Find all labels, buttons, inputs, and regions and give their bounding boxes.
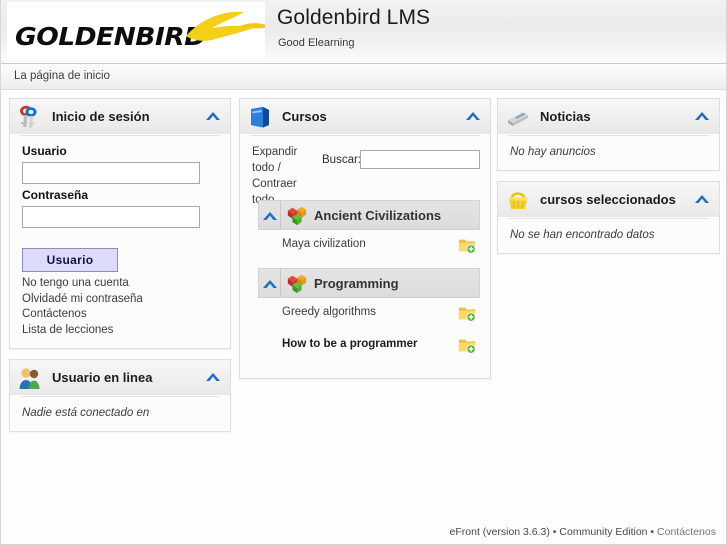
left-column: Inicio de sesión Usuario Contraseña Usua…: [9, 98, 231, 442]
site-footer: eFront (version 3.6.3) • Community Editi…: [1, 526, 726, 538]
login-panel: Inicio de sesión Usuario Contraseña Usua…: [9, 98, 231, 349]
news-panel-title: Noticias: [540, 109, 591, 124]
divider: [20, 135, 220, 136]
course-group-header[interactable]: Programming: [258, 268, 480, 298]
selected-courses-empty: No se han encontrado datos: [510, 229, 655, 241]
link-no-account[interactable]: No tengo una cuenta: [22, 276, 220, 292]
users-group-icon: [19, 368, 40, 389]
link-forgot-password[interactable]: Olvidadé mi contraseña: [22, 292, 220, 308]
newspaper-icon: [508, 112, 528, 126]
online-users-panel-header: Usuario en linea: [10, 360, 230, 396]
online-users-empty: Nadie está conectado en: [22, 407, 150, 419]
courses-panel-title: Cursos: [282, 109, 327, 124]
news-panel: Noticias No hay anuncios: [497, 98, 720, 171]
courses-toolbar: Expandir todo / Contraer todo Buscar:: [250, 144, 480, 206]
password-input[interactable]: [22, 206, 200, 228]
login-links: No tengo una cuenta Olvidadé mi contrase…: [22, 276, 220, 338]
course-group: Ancient Civilizations Maya civilization: [250, 200, 480, 262]
colored-cubes-icon: [287, 206, 307, 226]
login-panel-body: Usuario Contraseña Usuario No tengo una …: [10, 135, 230, 348]
divider: [508, 218, 709, 219]
lesson-name[interactable]: How to be a programmer: [282, 338, 417, 350]
username-label: Usuario: [22, 144, 67, 158]
username-input[interactable]: [22, 162, 200, 184]
breadcrumb: La página de inicio: [1, 64, 726, 90]
footer-contact-link[interactable]: Contáctenos: [657, 526, 716, 538]
footer-product: eFront (version 3.6.3) • Community Editi…: [449, 526, 658, 538]
news-panel-header: Noticias: [498, 99, 719, 135]
logo-text-golden: GOLDEN: [15, 22, 136, 51]
expand-all-link[interactable]: Expandir todo /: [252, 146, 297, 174]
basket-icon: [508, 192, 528, 209]
divider: [20, 396, 220, 397]
chevron-up-icon[interactable]: [694, 193, 710, 205]
chevron-up-icon[interactable]: [205, 110, 221, 122]
link-contact-us[interactable]: Contáctenos: [22, 307, 220, 323]
keys-icon: [20, 105, 37, 128]
brand-subtitle: Good Elearning: [278, 37, 355, 49]
login-panel-title: Inicio de sesión: [52, 109, 150, 124]
blue-book-icon: [251, 107, 269, 128]
lesson-name[interactable]: Greedy algorithms: [282, 306, 376, 318]
chevron-up-icon[interactable]: [262, 210, 278, 222]
courses-panel: Cursos Expandir todo / Contraer todo Bus…: [239, 98, 491, 379]
lesson-row[interactable]: Greedy algorithms: [258, 298, 480, 330]
chevron-up-icon[interactable]: [694, 110, 710, 122]
link-lesson-list[interactable]: Lista de lecciones: [22, 323, 220, 339]
news-panel-body: No hay anuncios: [498, 135, 719, 170]
chevron-up-icon[interactable]: [205, 371, 221, 383]
selected-courses-panel-header: cursos seleccionados: [498, 182, 719, 218]
online-users-panel-body: Nadie está conectado en: [10, 396, 230, 431]
page-title: Goldenbird LMS: [277, 6, 431, 29]
folder-add-icon[interactable]: [458, 304, 476, 322]
password-label: Contraseña: [22, 188, 89, 202]
course-group-header[interactable]: Ancient Civilizations: [258, 200, 480, 230]
content-area: Inicio de sesión Usuario Contraseña Usua…: [1, 90, 726, 510]
right-column: Noticias No hay anuncios cursos seleccio…: [497, 98, 720, 264]
center-column: Cursos Expandir todo / Contraer todo Bus…: [239, 98, 491, 389]
login-panel-header: Inicio de sesión: [10, 99, 230, 135]
lesson-name[interactable]: Maya civilization: [282, 238, 366, 250]
login-submit-button[interactable]: Usuario: [22, 248, 118, 272]
selected-courses-panel-title: cursos seleccionados: [540, 192, 676, 207]
brand-block: Goldenbird LMS Good Elearning: [271, 0, 726, 63]
courses-panel-body: Expandir todo / Contraer todo Buscar:: [240, 135, 490, 378]
expand-collapse-links: Expandir todo / Contraer todo: [252, 144, 320, 208]
online-users-panel: Usuario en linea Nadie está conectado en: [9, 359, 231, 432]
course-search-input[interactable]: [360, 150, 480, 169]
course-group-title: Programming: [314, 276, 399, 291]
news-empty: No hay anuncios: [510, 146, 596, 158]
course-collapse-toggle[interactable]: [259, 201, 281, 229]
site-header: GOLDENBIRD Goldenbird LMS Good Elearning: [1, 0, 726, 64]
course-group: Programming Greedy algorithms How to be …: [250, 268, 480, 362]
chevron-up-icon[interactable]: [465, 110, 481, 122]
folder-add-icon[interactable]: [458, 336, 476, 354]
courses-panel-header: Cursos: [240, 99, 490, 135]
bird-swoosh-logo-icon: [186, 11, 265, 41]
page-root: GOLDENBIRD Goldenbird LMS Good Elearning…: [0, 0, 727, 545]
course-collapse-toggle[interactable]: [259, 269, 281, 297]
divider: [508, 135, 709, 136]
online-users-panel-title: Usuario en linea: [52, 370, 153, 385]
breadcrumb-current[interactable]: La página de inicio: [14, 70, 110, 82]
lesson-row[interactable]: Maya civilization: [258, 230, 480, 262]
course-group-title: Ancient Civilizations: [314, 208, 442, 223]
search-label: Buscar:: [322, 154, 361, 166]
logo-wordmark: GOLDENBIRD: [15, 22, 206, 51]
chevron-up-icon[interactable]: [262, 278, 278, 290]
divider: [250, 135, 480, 136]
selected-courses-panel: cursos seleccionados No se han encontrad…: [497, 181, 720, 254]
colored-cubes-icon: [287, 274, 307, 294]
site-logo[interactable]: GOLDENBIRD: [7, 2, 265, 60]
folder-add-icon[interactable]: [458, 236, 476, 254]
lesson-row[interactable]: How to be a programmer: [258, 330, 480, 362]
selected-courses-panel-body: No se han encontrado datos: [498, 218, 719, 253]
